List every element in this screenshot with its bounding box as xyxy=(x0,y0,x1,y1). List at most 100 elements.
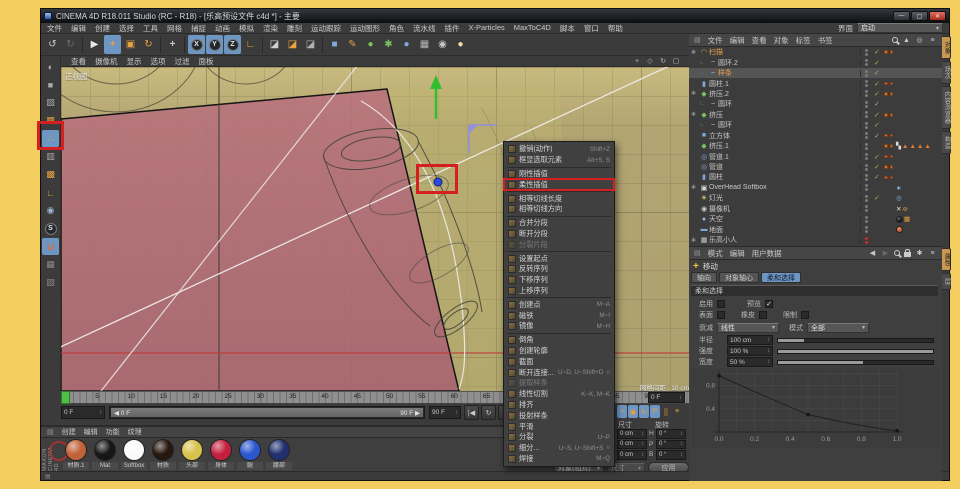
menubar-item[interactable]: 网格 xyxy=(167,23,182,34)
goto-start-button[interactable]: |◀ xyxy=(464,405,479,420)
object-row[interactable]: ◎ 管道 ✓ xyxy=(689,162,942,172)
menubar-item[interactable]: 选择 xyxy=(119,23,134,34)
menubar-item[interactable]: 工具 xyxy=(143,23,158,34)
material-tag-icon[interactable] xyxy=(896,215,903,223)
edge-mode-button[interactable]: ▥ xyxy=(42,148,59,165)
object-row[interactable]: ∟ ~ 圆环 ✓ xyxy=(689,99,942,109)
enable-check-icon[interactable]: ✓ xyxy=(874,59,884,67)
checkbox[interactable] xyxy=(717,300,725,308)
render-settings-button[interactable]: ◪ xyxy=(302,35,319,54)
visibility-dots[interactable] xyxy=(860,48,874,56)
toggle-view-icon[interactable]: ▢ xyxy=(671,57,681,66)
material-item[interactable]: 材质.1 xyxy=(63,439,89,470)
enable-check-icon[interactable]: ✓ xyxy=(874,111,884,119)
make-editable-button[interactable]: ◐ xyxy=(42,58,59,75)
context-menu-item[interactable]: 细分... U~S, U~Shift+S ○ xyxy=(504,443,614,454)
add-subdivision-button[interactable]: ● xyxy=(362,35,379,54)
context-menu-item[interactable]: 提取样条 xyxy=(504,378,614,389)
object-row[interactable]: ▮ 圆柱.1 ✓ xyxy=(689,78,942,88)
preview-range-slider[interactable]: ◀ 0 F 90 F ▶ xyxy=(109,406,425,419)
enable-check-icon[interactable]: ✓ xyxy=(874,121,884,129)
render-view-button[interactable]: ◪ xyxy=(266,35,283,54)
material-menu-item[interactable]: 功能 xyxy=(106,427,120,437)
visibility-dots[interactable] xyxy=(860,121,874,129)
viewport-menu-item[interactable]: 摄像机 xyxy=(95,56,118,67)
attribute-menu-item[interactable]: 用户数据 xyxy=(752,248,782,259)
forward-icon[interactable]: ▶ xyxy=(881,249,890,258)
last-tool-button[interactable]: + xyxy=(164,35,181,54)
coord-position-button[interactable]: + xyxy=(617,405,627,418)
selection-tag-icon[interactable]: ▲ xyxy=(902,143,908,150)
attr-tab[interactable]: 柔和选择 xyxy=(761,272,801,283)
object-row[interactable]: ■ 立方体 ✓ xyxy=(689,131,942,141)
object-row[interactable]: ▮ 圆柱 ✓ xyxy=(689,172,942,182)
viewport-menu-item[interactable]: 查看 xyxy=(71,56,86,67)
range-bar[interactable]: ◀ 0 F 90 F ▶ xyxy=(111,408,423,417)
checkbox[interactable] xyxy=(759,311,767,319)
workplane-lock-button[interactable]: ▦ xyxy=(42,256,59,273)
om-tab[interactable]: 对象 xyxy=(942,36,951,59)
menubar-item[interactable]: 插件 xyxy=(445,23,460,34)
lock-z-axis-button[interactable]: Z xyxy=(224,35,241,54)
object-row[interactable]: ∟ ~ 样条 ✓ xyxy=(689,67,942,79)
menubar-item[interactable]: X-Particles xyxy=(469,23,505,34)
object-row[interactable]: ✱ ◆ 挤压.2 ✓ xyxy=(689,89,942,99)
context-menu-item[interactable]: 下移序列 xyxy=(504,275,614,286)
minimize-button[interactable]: — xyxy=(893,11,910,21)
visibility-dots[interactable] xyxy=(860,215,874,223)
pan-view-icon[interactable]: + xyxy=(632,57,642,66)
object-row[interactable]: ✱ ▣ OverHead Softbox ∗ xyxy=(689,183,942,193)
viewport-menu-item[interactable]: 选项 xyxy=(151,56,166,67)
rotation-field[interactable]: 0 ° ↕ xyxy=(656,429,686,439)
selection-tag-icon[interactable]: ▲ xyxy=(924,143,930,150)
visibility-dots[interactable] xyxy=(860,80,874,88)
rotate-view-icon[interactable]: ↻ xyxy=(658,57,668,66)
live-selection-button[interactable]: ▶ xyxy=(86,35,103,54)
target-tag-icon[interactable]: ◎ xyxy=(896,194,902,202)
axis-mode-button[interactable]: ∟ xyxy=(42,184,59,201)
value-field[interactable]: 100 cm ↕ xyxy=(727,335,773,345)
object-menu-item[interactable]: 编辑 xyxy=(730,35,745,46)
size-field[interactable]: 0 cm ↕ xyxy=(617,429,647,439)
path-filter-icon[interactable]: ▲ xyxy=(902,36,911,45)
context-menu-item[interactable]: 断开连接... U~D, U~Shift+D ○ xyxy=(504,367,614,378)
attr-tab[interactable]: 对象轴心 xyxy=(719,272,759,283)
checkbox[interactable]: ✓ xyxy=(765,300,773,308)
menubar-item[interactable]: 运动图形 xyxy=(350,23,380,34)
object-menu-item[interactable]: 查看 xyxy=(752,35,767,46)
object-menu-item[interactable]: 文件 xyxy=(708,35,723,46)
rotation-field[interactable]: 0 ° ↕ xyxy=(656,450,686,460)
visibility-dots[interactable] xyxy=(860,90,874,98)
play-loop-button[interactable]: ↻ xyxy=(481,405,496,420)
enable-check-icon[interactable]: ✓ xyxy=(874,132,884,140)
attr-tab[interactable]: 轴向 xyxy=(691,272,717,283)
object-menu-item[interactable]: 标签 xyxy=(796,35,811,46)
add-spline-button[interactable]: ✎ xyxy=(344,35,361,54)
material-item[interactable]: Mat xyxy=(92,439,118,470)
context-menu-item[interactable]: 倒角 xyxy=(504,335,614,346)
viewport-menu-item[interactable]: 面板 xyxy=(199,56,214,67)
attribute-side-tab[interactable]: 属性 xyxy=(942,248,951,271)
value-field[interactable]: 100 % ↕ xyxy=(727,346,773,356)
add-deformer-button[interactable]: ● xyxy=(398,35,415,54)
menubar-item[interactable]: 捕捉 xyxy=(191,23,206,34)
attribute-side-tab[interactable]: 层 xyxy=(942,273,951,290)
material-menu-item[interactable]: 编辑 xyxy=(84,427,98,437)
coordinate-system-button[interactable]: ∟ xyxy=(242,35,259,54)
enable-check-icon[interactable]: ✓ xyxy=(874,80,884,88)
render-picture-viewer-button[interactable]: ◪ xyxy=(284,35,301,54)
visibility-dots[interactable] xyxy=(860,194,874,202)
object-row[interactable]: ◉ 摄像机 ✕ ⊘ xyxy=(689,204,942,214)
material-item[interactable]: 头部 xyxy=(179,439,205,470)
object-row[interactable]: ▬ 地面 xyxy=(689,224,942,234)
attribute-menu-item[interactable]: 编辑 xyxy=(730,248,745,259)
context-menu-item[interactable]: 创建点 M~A xyxy=(504,299,614,310)
layout-dropdown[interactable]: 启动 ▾ xyxy=(857,23,943,33)
context-menu-item[interactable]: 镜像 M~H xyxy=(504,321,614,332)
slider-track[interactable] xyxy=(777,337,934,343)
enable-check-icon[interactable]: ✓ xyxy=(874,100,884,108)
menubar-item[interactable]: 模拟 xyxy=(239,23,254,34)
object-row[interactable]: ∟ ~ 圆环 ✓ xyxy=(689,120,942,130)
menubar-item[interactable]: 动画 xyxy=(215,23,230,34)
polygon-mode-button[interactable]: ▩ xyxy=(42,166,59,183)
